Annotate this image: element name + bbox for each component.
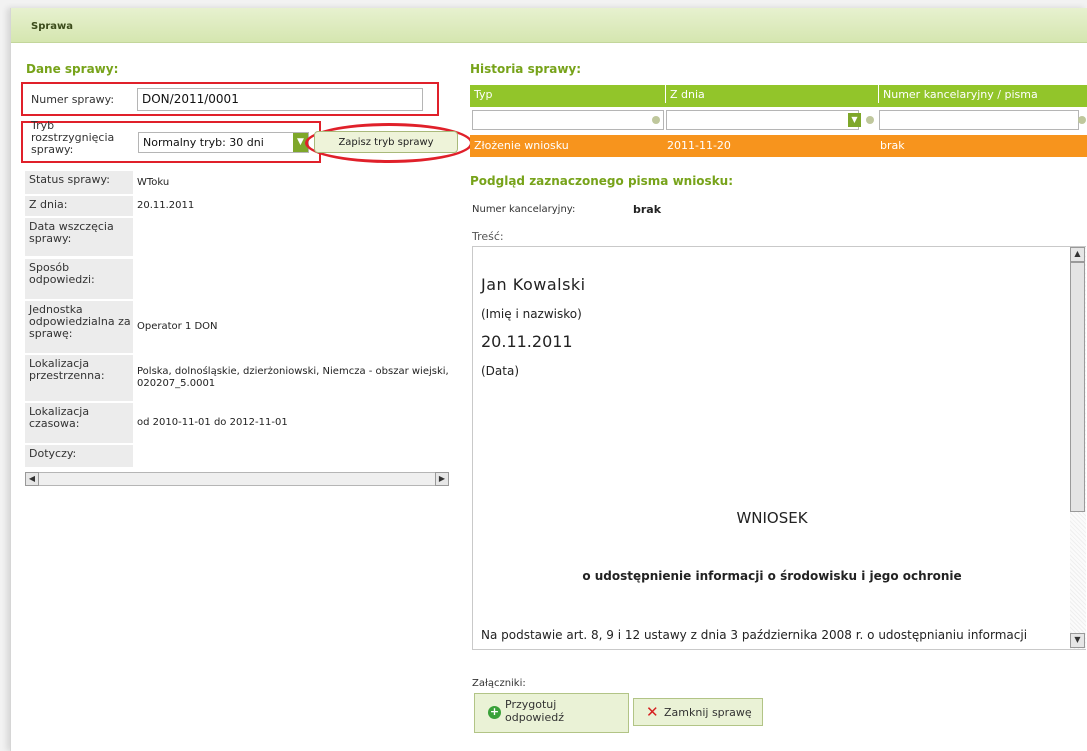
case-number-input[interactable]: DON/2011/0001 [137,88,423,111]
filter-date-icon[interactable] [866,116,874,124]
filter-date-select[interactable] [666,110,859,130]
kanc-number-label: Numer kancelaryjny: [472,204,576,215]
doc-date: 20.11.2011 [481,332,573,351]
kanc-number-value: brak [633,203,662,216]
doc-name: Jan Kowalski [481,275,586,294]
close-icon: ✕ [646,703,659,721]
close-case-label: Zamknij sprawę [664,706,752,719]
info-label: Sposób odpowiedzi: [25,259,133,299]
save-mode-button[interactable]: Zapisz tryb sprawy [314,131,458,153]
prepare-response-line1: Przygotuj [505,698,557,711]
attachments-label: Załączniki: [472,678,526,689]
doc-heading: WNIOSEK [736,509,808,527]
history-filter-row: ▼ [470,107,1087,133]
preview-heading: Podgląd zaznaczonego pisma wniosku: [470,174,734,188]
content-label: Treść: [472,230,504,243]
scroll-thumb[interactable] [1070,262,1085,512]
scroll-down-icon[interactable]: ▼ [1070,633,1085,648]
info-value: od 2010-11-01 do 2012-11-01 [137,417,288,428]
doc-name-caption: (Imię i nazwisko) [481,307,582,321]
history-row-date: 2011-11-20 [667,139,731,152]
scroll-up-icon[interactable]: ▲ [1070,247,1085,262]
info-value: WToku [137,176,170,188]
col-header-type[interactable]: Typ [470,85,493,103]
scroll-right-icon[interactable]: ▶ [435,472,449,486]
doc-subheading: o udostępnienie informacji o środowisku … [582,569,962,583]
info-label: Z dnia: [25,196,133,216]
case-number-label: Numer sprawy: [31,93,115,106]
window-title: Sprawa [31,21,74,32]
filter-type-input[interactable] [472,110,664,130]
history-row-number: brak [880,139,905,152]
info-value: Operator 1 DON [137,321,218,332]
mode-label-line3: sprawy: [31,143,74,156]
prepare-response-line2: odpowiedź [505,711,565,724]
history-table-header: Typ Z dnia Numer kancelaryjny / pisma [470,85,1087,107]
prepare-response-button[interactable]: + Przygotuj odpowiedź [474,693,629,733]
info-label: Lokalizacja czasowa: [25,403,133,443]
info-label: Jednostka odpowiedzialna za sprawę: [25,301,133,353]
info-value: 20.11.2011 [137,200,195,211]
close-case-button[interactable]: ✕ Zamknij sprawę [633,698,763,726]
info-label: Data wszczęcia sprawy: [25,218,133,256]
info-label: Lokalizacja przestrzenna: [25,355,133,401]
document-preview[interactable]: Jan Kowalski (Imię i nazwisko) 20.11.201… [472,246,1086,650]
vertical-scrollbar[interactable]: ▲ ▼ [1070,247,1086,649]
col-header-date[interactable]: Z dnia [665,85,705,103]
case-window: Sprawa Dane sprawy: Numer sprawy: DON/20… [10,8,1087,751]
doc-date-caption: (Data) [481,364,520,378]
filter-number-icon[interactable] [1078,116,1086,124]
filter-number-input[interactable] [879,110,1079,130]
chevron-down-icon[interactable]: ▼ [848,113,861,127]
horizontal-scrollbar[interactable]: ◀ ▶ [25,472,449,486]
doc-body: Na podstawie art. 8, 9 i 12 ustawy z dni… [481,628,1028,642]
filter-type-icon[interactable] [652,116,660,124]
mode-label: Tryb rozstrzygnięcia sprawy: [31,120,114,156]
col-header-number[interactable]: Numer kancelaryjny / pisma [878,85,1038,103]
window-titlebar: Sprawa [11,8,1087,43]
info-label: Dotyczy: [25,445,133,467]
history-heading: Historia sprawy: [470,62,582,76]
history-row-selected[interactable]: Złożenie wniosku 2011-11-20 brak [470,135,1087,157]
history-row-type: Złożenie wniosku [474,139,569,152]
case-data-heading: Dane sprawy: [26,62,119,76]
info-value: Polska, dolnośląskie, dzierżoniowski, Ni… [137,366,449,389]
prepare-response-label: Przygotuj odpowiedź [505,698,564,724]
scroll-left-icon[interactable]: ◀ [25,472,39,486]
mode-select-value: Normalny tryb: 30 dni [143,136,264,149]
info-label: Status sprawy: [25,171,133,194]
mode-select[interactable]: Normalny tryb: 30 dni ▼ [138,132,309,153]
plus-icon: + [488,705,501,719]
